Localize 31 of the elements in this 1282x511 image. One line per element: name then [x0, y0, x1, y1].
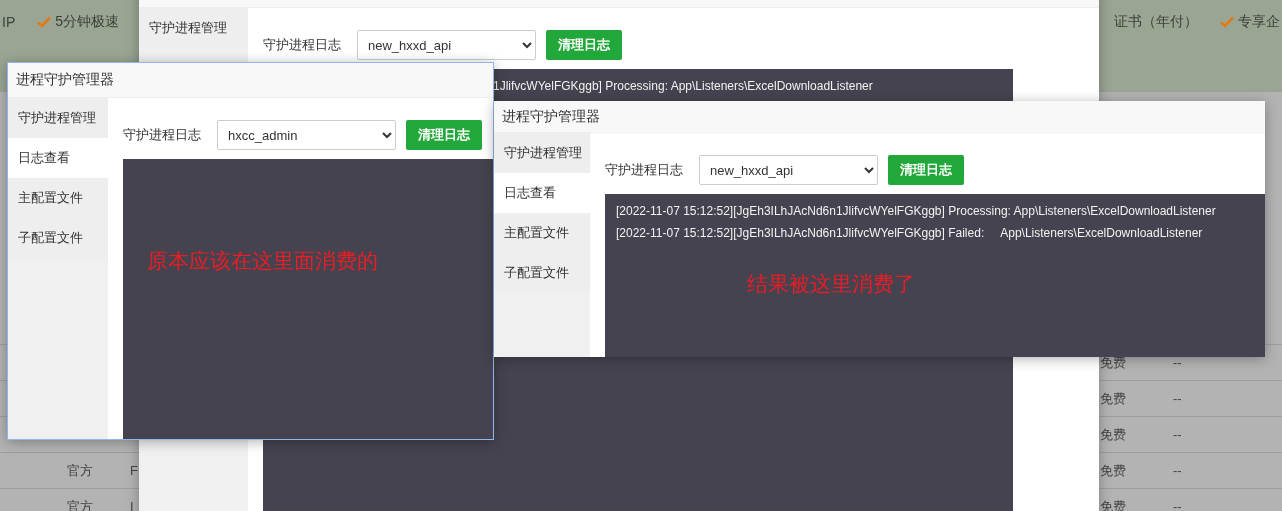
annotation-text: 结果被这里消费了	[747, 271, 915, 297]
log-label: 守护进程日志	[123, 126, 201, 144]
log-label: 守护进程日志	[263, 36, 341, 54]
table-cell: --	[1173, 355, 1182, 370]
feature-text: 专享企	[1238, 13, 1280, 31]
sidebar-tab[interactable]: 日志查看	[8, 138, 108, 178]
table-cell: 免费	[1100, 461, 1126, 480]
annotation-text: 原本应该在这里面消费的	[147, 248, 378, 274]
table-cell: 官方	[67, 461, 93, 480]
log-select[interactable]: new_hxxd_api	[699, 155, 878, 185]
log-line: [2022-11-07 15:12:52][JgEh3ILhJAcNd6n1JlifvcWYelFGKggb] Processing: App\Listeners\ExcelDownloadListener	[616, 203, 1217, 220]
feature-text: 5分钟极速	[55, 13, 120, 31]
log-line: [2022-11-07 15:12:52][JgEh3ILhJAcNd6n1JlifvcWYelFGKggb] Failed: App\Listeners\ExcelDownloadListener	[616, 225, 1204, 242]
feature-text: 证书（年付）	[1114, 13, 1198, 31]
window-title: 进程守护管理器	[16, 71, 114, 89]
table-cell: --	[1173, 427, 1182, 442]
table-cell: --	[1173, 463, 1182, 478]
feature-text: IP	[2, 14, 16, 30]
log-select[interactable]: new_hxxd_api	[357, 30, 536, 60]
sidebar-tab[interactable]: 日志查看	[494, 173, 590, 213]
window-title: 进程守护管理器	[502, 107, 600, 126]
log-line: 1JlifvcWYelFGKggb] Processing: App\Listeners\ExcelDownloadListener	[492, 78, 874, 95]
table-cell: 免费	[1100, 353, 1126, 372]
table-cell: 免费	[1100, 425, 1126, 444]
table-cell: F	[130, 463, 138, 478]
table-cell: --	[1173, 499, 1182, 511]
log-select[interactable]: hxcc_admin	[217, 120, 396, 150]
table-cell: I	[130, 499, 134, 511]
table-cell: --	[1173, 391, 1182, 406]
log-label: 守护进程日志	[605, 161, 683, 179]
table-cell: 免费	[1100, 389, 1126, 408]
